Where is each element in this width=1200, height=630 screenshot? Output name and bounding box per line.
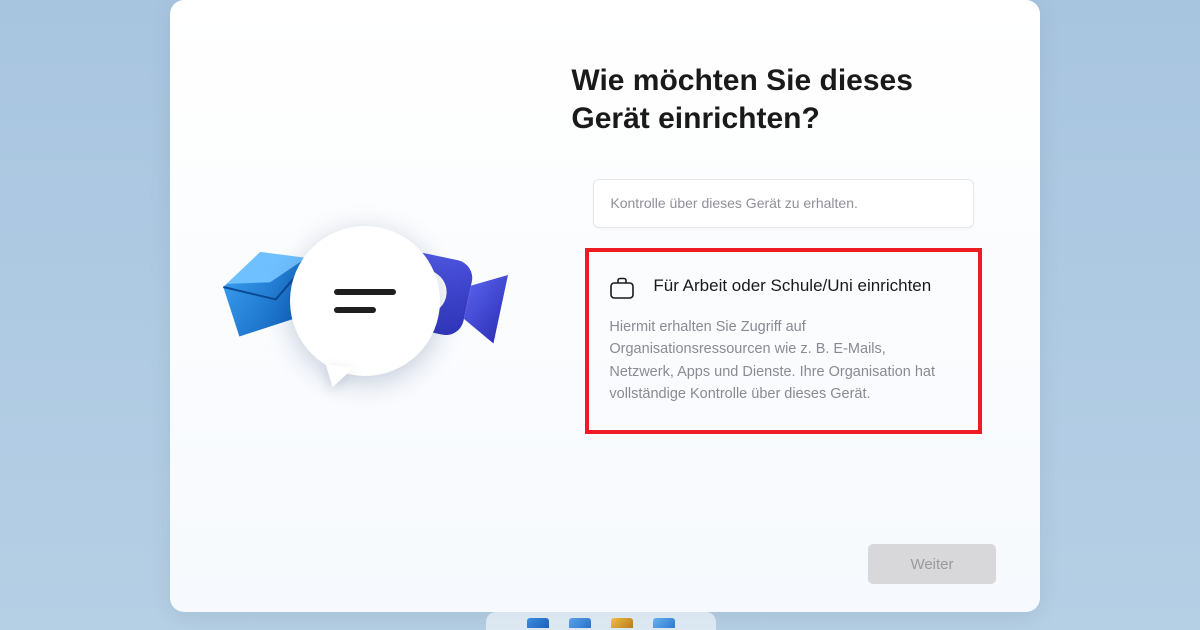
page-title: Wie möchten Sie dieses Gerät einrichten?: [571, 62, 971, 139]
option-personal-desc-tail: Kontrolle über dieses Gerät zu erhalten.: [610, 194, 957, 213]
taskbar-peek: [486, 612, 716, 630]
speech-bubble-icon: [290, 226, 440, 376]
taskbar-icon: [611, 618, 633, 628]
content-pane: Wie möchten Sie dieses Gerät einrichten?…: [535, 0, 1040, 612]
option-work-title: Für Arbeit oder Schule/Uni einrichten: [653, 274, 931, 298]
option-work-desc: Hiermit erhalten Sie Zugriff auf Organis…: [609, 316, 954, 406]
setup-illustration: [218, 230, 498, 390]
briefcase-icon: [609, 276, 635, 300]
option-work-school[interactable]: Für Arbeit oder Schule/Uni einrichten Hi…: [585, 248, 982, 434]
option-personal-partial[interactable]: Kontrolle über dieses Gerät zu erhalten.: [593, 179, 974, 228]
taskbar-icon: [569, 618, 591, 628]
setup-options: Kontrolle über dieses Gerät zu erhalten.…: [571, 179, 996, 434]
oobe-setup-card: Wie möchten Sie dieses Gerät einrichten?…: [170, 0, 1040, 612]
illustration-pane: [170, 0, 535, 612]
taskbar-icon: [527, 618, 549, 628]
next-button[interactable]: Weiter: [868, 544, 996, 584]
taskbar-icon: [653, 618, 675, 628]
